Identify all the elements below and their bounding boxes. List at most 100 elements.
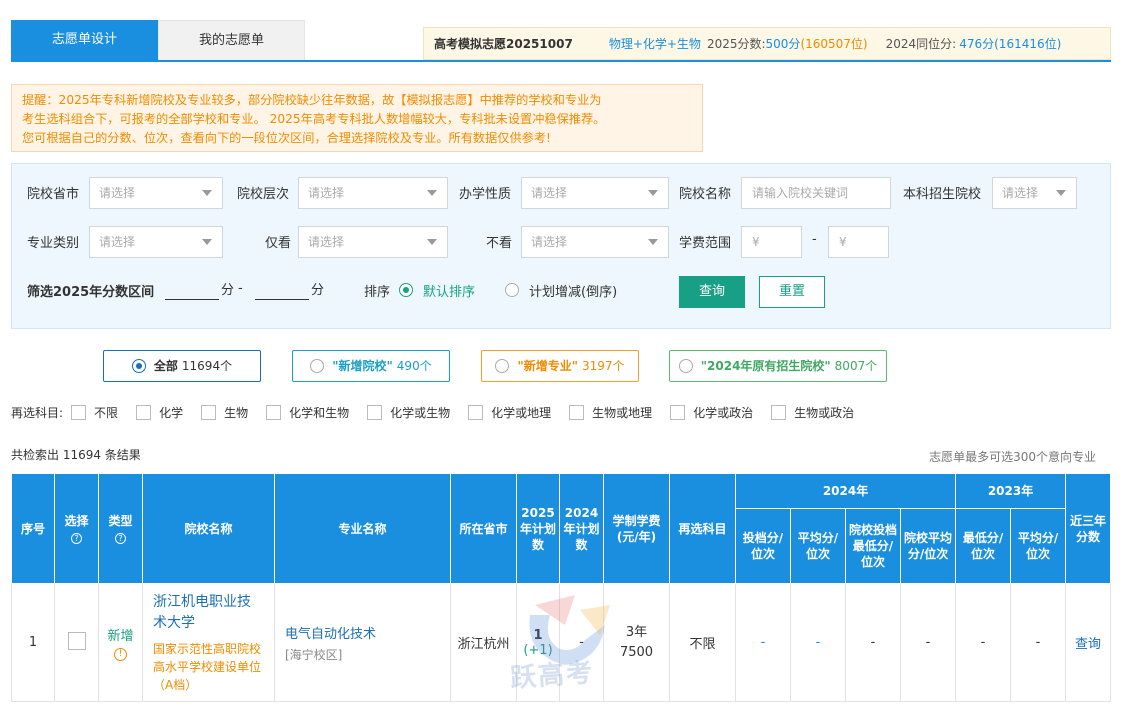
cell-type: 新增 ! xyxy=(98,583,143,702)
checkbox-icon xyxy=(670,405,686,420)
only-label: 仅看 xyxy=(265,236,292,251)
chevron-down-icon xyxy=(202,239,212,245)
subject-label: 再选科目: xyxy=(11,406,64,420)
radio-icon xyxy=(495,359,510,373)
row-checkbox[interactable] xyxy=(67,631,86,650)
province-select[interactable]: 请选择 xyxy=(89,177,223,209)
score-dash: - xyxy=(238,281,243,296)
checkbox-icon xyxy=(367,405,383,420)
category-select[interactable]: 请选择 xyxy=(89,226,223,258)
notice-box: 提醒：2025年专科新增院校及专业较多，部分院校缺少往年数据，故【模拟报志愿】中… xyxy=(11,84,703,152)
nature-select[interactable]: 请选择 xyxy=(521,177,669,209)
subject-option[interactable]: 化学或政治 xyxy=(670,404,753,421)
fee-min-input[interactable]: ¥ xyxy=(741,226,802,258)
warning-icon[interactable]: ! xyxy=(114,647,127,661)
subject-option[interactable]: 化学或地理 xyxy=(468,404,551,421)
category-existing[interactable]: "2024年原有招生院校" 8007个 xyxy=(669,350,887,382)
notice-line: 您可根据自己的分数、位次，查看向下的一段位次区间，合理选择院校及专业。所有数据仅… xyxy=(22,131,551,145)
score-max-input[interactable] xyxy=(255,278,309,300)
sort-default-radio[interactable] xyxy=(399,283,413,297)
sort-default-label[interactable]: 默认排序 xyxy=(423,281,475,300)
nature-label: 办学性质 xyxy=(459,187,512,202)
cell-avg-2023: - xyxy=(1010,583,1067,702)
category-new-school[interactable]: "新增院校" 490个 xyxy=(292,350,450,382)
chevron-down-icon xyxy=(648,190,658,196)
subject-option[interactable]: 化学或生物 xyxy=(367,404,450,421)
th-year-2024: 2024年 xyxy=(734,473,957,509)
summary-same-score: 476分(161416位) xyxy=(959,37,1062,51)
th-major: 专业名称 xyxy=(274,473,451,584)
checkbox-icon xyxy=(201,405,217,420)
subject-option[interactable]: 生物或政治 xyxy=(771,404,854,421)
help-icon[interactable]: ? xyxy=(71,532,82,544)
query-link[interactable]: 查询 xyxy=(1065,583,1112,702)
sort-plan-radio[interactable] xyxy=(505,283,519,297)
filter-panel: 院校省市 请选择 院校层次 请选择 办学性质 请选择 院校名称 请输入院校关键词… xyxy=(11,163,1111,329)
exclude-label: 不看 xyxy=(486,236,513,251)
chevron-down-icon xyxy=(427,190,437,196)
subject-option[interactable]: 不限 xyxy=(71,404,118,421)
province-label: 院校省市 xyxy=(27,187,80,202)
tab-design[interactable]: 志愿单设计 xyxy=(11,20,158,60)
bachelor-label: 本科招生院校 xyxy=(903,187,982,202)
notice-line: 提醒：2025年专科新增院校及专业较多，部分院校缺少往年数据，故【模拟报志愿】中… xyxy=(22,93,602,107)
tab-my-list[interactable]: 我的志愿单 xyxy=(158,20,305,60)
level-select[interactable]: 请选择 xyxy=(298,177,448,209)
checkbox-icon xyxy=(136,405,152,420)
results-table: 序号 选择? 类型? 院校名称 专业名称 所在省市 2025年计划数 2024年… xyxy=(11,473,1112,702)
summary-title: 高考模拟志愿20251007 xyxy=(434,37,573,51)
checkbox-icon xyxy=(771,405,787,420)
th-school-avg: 院校平均分/位次 xyxy=(899,508,957,584)
fee-dash: - xyxy=(812,232,817,247)
checkbox-icon xyxy=(71,405,87,420)
subject-option[interactable]: 生物 xyxy=(201,404,248,421)
subject-option[interactable]: 化学 xyxy=(136,404,183,421)
category-all[interactable]: 全部 11694个 xyxy=(103,350,261,382)
only-select[interactable]: 请选择 xyxy=(298,226,448,258)
reset-button[interactable]: 重置 xyxy=(759,276,825,308)
radio-icon xyxy=(131,359,146,373)
school-name-label: 院校名称 xyxy=(679,187,732,202)
th-select: 选择? xyxy=(54,473,99,584)
bachelor-select[interactable]: 请选择 xyxy=(992,177,1077,209)
cell-min-rank: - xyxy=(735,583,791,702)
summary-score: 500分 xyxy=(765,37,801,51)
th-school: 院校名称 xyxy=(142,473,275,584)
th-type: 类型? xyxy=(98,473,143,584)
sort-plan-label[interactable]: 计划增减(倒序) xyxy=(529,281,617,300)
sort-label: 排序 xyxy=(364,285,391,300)
notice-line: 考生选科组合下，可报考的全部学校和专业。 2025年高考专科批人数增幅较大，专科… xyxy=(22,112,606,126)
chevron-down-icon xyxy=(202,190,212,196)
chevron-down-icon xyxy=(1056,190,1066,196)
help-icon[interactable]: ? xyxy=(115,532,126,544)
subject-filter: 再选科目: 不限 化学 生物 化学和生物 化学或生物 化学或地理 生物或地理 化… xyxy=(11,404,872,421)
category-label: 专业类别 xyxy=(27,236,80,251)
plan-change: (+1) xyxy=(523,642,553,658)
score-unit: 分 xyxy=(221,283,235,298)
school-tag: 国家示范性高职院校 高水平学校建设单位（A档） xyxy=(153,641,262,692)
score-min-input[interactable] xyxy=(165,278,219,300)
th-school-min: 院校投档最低分/位次 xyxy=(845,508,901,584)
checkbox-icon xyxy=(569,405,585,420)
summary-subjects: 物理+化学+生物 xyxy=(608,37,701,51)
th-location: 所在省市 xyxy=(450,473,517,584)
query-button[interactable]: 查询 xyxy=(679,276,745,308)
school-name-link[interactable]: 浙江机电职业技术大学 xyxy=(153,592,264,634)
th-index: 序号 xyxy=(11,473,55,584)
cell-min-2023: - xyxy=(955,583,1012,702)
level-label: 院校层次 xyxy=(237,187,290,202)
category-new-major[interactable]: "新增专业" 3197个 xyxy=(481,350,639,382)
score-unit: 分 xyxy=(311,283,325,298)
th-plan2025: 2025年计划数 xyxy=(516,473,560,584)
th-plan2024: 2024年计划数 xyxy=(559,473,604,584)
subject-option[interactable]: 生物或地理 xyxy=(569,404,652,421)
exclude-select[interactable]: 请选择 xyxy=(521,226,669,258)
subject-option[interactable]: 化学和生物 xyxy=(266,404,349,421)
campus-label: [海宁校区] xyxy=(285,647,343,662)
cell-school-avg: - xyxy=(899,583,957,702)
fee-max-input[interactable]: ¥ xyxy=(828,226,889,258)
school-name-input[interactable]: 请输入院校关键词 xyxy=(741,177,891,209)
summary-bar: 高考模拟志愿20251007 物理+化学+生物 2025分数: 500分 (16… xyxy=(423,27,1111,60)
major-name-link[interactable]: 电气自动化技术 xyxy=(285,623,440,642)
chevron-down-icon xyxy=(648,239,658,245)
